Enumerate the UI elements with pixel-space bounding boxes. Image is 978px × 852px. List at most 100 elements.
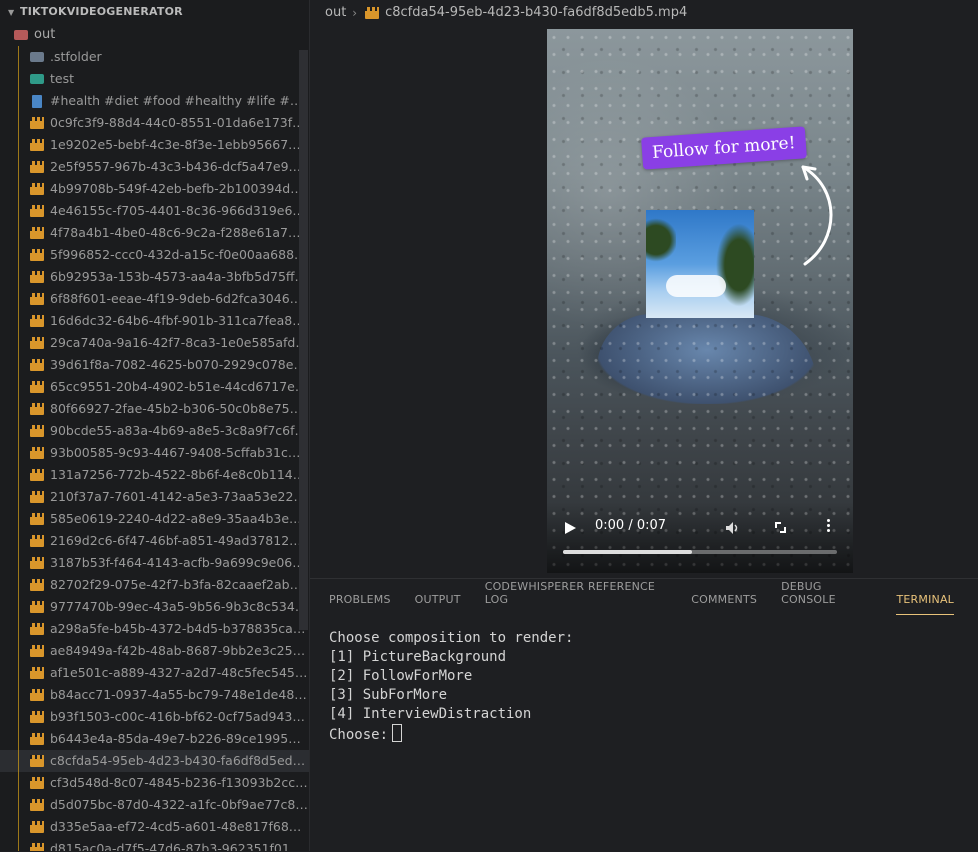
volume-icon[interactable] — [725, 521, 741, 535]
tab-debug-console[interactable]: DEBUG CONSOLE — [781, 580, 872, 615]
file-label: 131a7256-772b-4522-8b6f-4e8c0b114e2... — [50, 467, 308, 482]
file-item[interactable]: 4b99708b-549f-42eb-befb-2b100394d58... — [0, 178, 309, 200]
video-file-icon — [30, 447, 44, 459]
file-item[interactable]: 585e0619-2240-4d22-a8e9-35aa4b3ed9... — [0, 508, 309, 530]
video-file-icon — [30, 359, 44, 371]
video-player[interactable]: Follow for more! 0:00 / 0:07 — [547, 29, 853, 573]
file-item[interactable]: 131a7256-772b-4522-8b6f-4e8c0b114e2... — [0, 464, 309, 486]
file-item[interactable]: b6443e4a-85da-49e7-b226-89ce1995d69... — [0, 728, 309, 750]
breadcrumb-folder[interactable]: out — [325, 0, 346, 26]
folder-test[interactable]: test — [0, 68, 309, 90]
file-label: 9777470b-99ec-43a5-9b56-9b3c8c534a9... — [50, 599, 308, 614]
indent-guide — [18, 772, 19, 794]
file-label: 82702f29-075e-42f7-b3fa-82caaef2abd2... — [50, 577, 308, 592]
video-file-icon — [30, 799, 44, 811]
file-label: 4b99708b-549f-42eb-befb-2b100394d58... — [50, 181, 308, 196]
video-file-icon — [30, 557, 44, 569]
play-icon[interactable] — [565, 522, 576, 534]
file-label: d815ac0a-d7f5-47d6-87b3-962351f014a... — [50, 841, 308, 851]
video-file-icon — [30, 315, 44, 327]
file-item[interactable]: 80f66927-2fae-45b2-b306-50c0b8e752c6... — [0, 398, 309, 420]
file-item[interactable]: 2169d2c6-6f47-46bf-a851-49ad378121a... — [0, 530, 309, 552]
indent-guide — [18, 68, 19, 90]
indent-guide — [18, 816, 19, 838]
bottom-panel: PROBLEMS OUTPUT CODEWHISPERER REFERENCE LO… — [310, 578, 978, 852]
file-item[interactable]: 65cc9551-20b4-4902-b51e-44cd6717ef4... — [0, 376, 309, 398]
breadcrumb-file[interactable]: c8cfda54-95eb-4d23-b430-fa6df8d5edb5.mp4 — [385, 0, 687, 26]
file-item[interactable]: ae84949a-f42b-48ab-8687-9bb2e3c2504... — [0, 640, 309, 662]
folder-icon — [30, 52, 44, 62]
file-item[interactable]: a298a5fe-b45b-4372-b4d5-b378835cafc... — [0, 618, 309, 640]
video-file-icon — [30, 711, 44, 723]
folder-label: .stfolder — [50, 49, 102, 64]
tab-comments[interactable]: COMMENTS — [691, 593, 757, 615]
file-item[interactable]: 3187b53f-f464-4143-acfb-9a699c9e06d0... — [0, 552, 309, 574]
scrollbar-thumb[interactable] — [299, 50, 308, 630]
indent-guide — [18, 420, 19, 442]
file-item[interactable]: 82702f29-075e-42f7-b3fa-82caaef2abd2... — [0, 574, 309, 596]
file-item[interactable]: 16d6dc32-64b6-4fbf-901b-311ca7fea885... — [0, 310, 309, 332]
file-item[interactable]: cf3d548d-8c07-4845-b236-f13093b2cc0a... — [0, 772, 309, 794]
file-item[interactable]: d335e5aa-ef72-4cd5-a601-48e817f68bf1... — [0, 816, 309, 838]
file-item[interactable]: d815ac0a-d7f5-47d6-87b3-962351f014a... — [0, 838, 309, 851]
indent-guide — [18, 332, 19, 354]
more-options-icon[interactable] — [827, 519, 830, 533]
indent-guide — [18, 464, 19, 486]
file-label: 2169d2c6-6f47-46bf-a851-49ad378121a... — [50, 533, 308, 548]
terminal-prompt: Choose: — [329, 727, 389, 743]
indent-guide — [18, 90, 19, 112]
video-file-icon — [30, 337, 44, 349]
file-item[interactable]: 0c9fc3f9-88d4-44c0-8551-01da6e173f9e... — [0, 112, 309, 134]
file-item[interactable]: 93b00585-9c93-4467-9408-5cffab31c9d8... — [0, 442, 309, 464]
file-item[interactable]: 4f78a4b1-4be0-48c6-9c2a-f288e61a7d6a... — [0, 222, 309, 244]
indent-guide — [18, 662, 19, 684]
file-item[interactable]: b93f1503-c00c-416b-bf62-0cf75ad94315... — [0, 706, 309, 728]
video-progress-fill — [563, 550, 692, 554]
file-label: 585e0619-2240-4d22-a8e9-35aa4b3ed9... — [50, 511, 308, 526]
file-item[interactable]: b84acc71-0937-4a55-bc79-748e1de48b4... — [0, 684, 309, 706]
video-file-icon — [30, 425, 44, 437]
file-item[interactable]: 9777470b-99ec-43a5-9b56-9b3c8c534a9... — [0, 596, 309, 618]
video-progress-bar[interactable] — [563, 550, 837, 554]
file-item[interactable]: 2e5f9557-967b-43c3-b436-dcf5a47e9167... — [0, 156, 309, 178]
indent-guide — [18, 596, 19, 618]
video-file-icon — [30, 579, 44, 591]
file-item[interactable]: 1e9202e5-bebf-4c3e-8f3e-1ebb9566727... — [0, 134, 309, 156]
terminal-cursor[interactable] — [392, 724, 403, 742]
file-label: a298a5fe-b45b-4372-b4d5-b378835cafc... — [50, 621, 308, 636]
file-item[interactable]: d5d075bc-87d0-4322-a1fc-0bf9ae77c8c0... — [0, 794, 309, 816]
folder-stfolder[interactable]: .stfolder — [0, 46, 309, 68]
file-item[interactable]: 90bcde55-a83a-4b69-a8e5-3c8a9f7c6f7d... — [0, 420, 309, 442]
indent-guide — [18, 640, 19, 662]
file-label: 5f996852-ccc0-432d-a15c-f0e00aa688d3... — [50, 247, 308, 262]
file-item[interactable]: 39d61f8a-7082-4625-b070-2929c078e16... — [0, 354, 309, 376]
fullscreen-icon[interactable] — [775, 522, 786, 533]
file-label: 93b00585-9c93-4467-9408-5cffab31c9d8... — [50, 445, 308, 460]
folder-out[interactable]: out — [0, 24, 309, 46]
text-file[interactable]: #health #diet #food #healthy #life #pla.… — [0, 90, 309, 112]
tab-output[interactable]: OUTPUT — [415, 593, 461, 615]
terminal-line: [1] PictureBackground — [329, 649, 507, 665]
video-file-icon — [30, 381, 44, 393]
tree-shape — [646, 210, 676, 270]
tab-terminal[interactable]: TERMINAL — [896, 593, 954, 615]
terminal-output[interactable]: Choose composition to render: [1] Picture… — [310, 615, 978, 745]
indent-guide — [18, 706, 19, 728]
video-file-icon — [30, 623, 44, 635]
file-item[interactable]: 210f37a7-7601-4142-a5e3-73aa53e222b... — [0, 486, 309, 508]
file-item[interactable]: 29ca740a-9a16-42f7-8ca3-1e0e585afd2f... — [0, 332, 309, 354]
indent-guide — [18, 794, 19, 816]
file-item[interactable]: 6b92953a-153b-4573-aa4a-3bfb5d75ffe... — [0, 266, 309, 288]
video-file-icon — [30, 227, 44, 239]
indent-guide — [18, 486, 19, 508]
file-item[interactable]: c8cfda54-95eb-4d23-b430-fa6df8d5edb5... — [0, 750, 309, 772]
file-item[interactable]: 6f88f601-eeae-4f19-9deb-6d2fca304699... — [0, 288, 309, 310]
file-label: 1e9202e5-bebf-4c3e-8f3e-1ebb9566727... — [50, 137, 308, 152]
file-item[interactable]: 5f996852-ccc0-432d-a15c-f0e00aa688d3... — [0, 244, 309, 266]
tab-problems[interactable]: PROBLEMS — [329, 593, 391, 615]
explorer-root[interactable]: ▼ TIKTOKVIDEOGENERATOR — [0, 0, 309, 24]
tab-codewhisperer-reference-log[interactable]: CODEWHISPERER REFERENCE LOG — [485, 580, 668, 615]
indent-guide — [18, 398, 19, 420]
file-item[interactable]: af1e501c-a889-4327-a2d7-48c5fec545fa... — [0, 662, 309, 684]
file-item[interactable]: 4e46155c-f705-4401-8c36-966d319e6c1f... — [0, 200, 309, 222]
